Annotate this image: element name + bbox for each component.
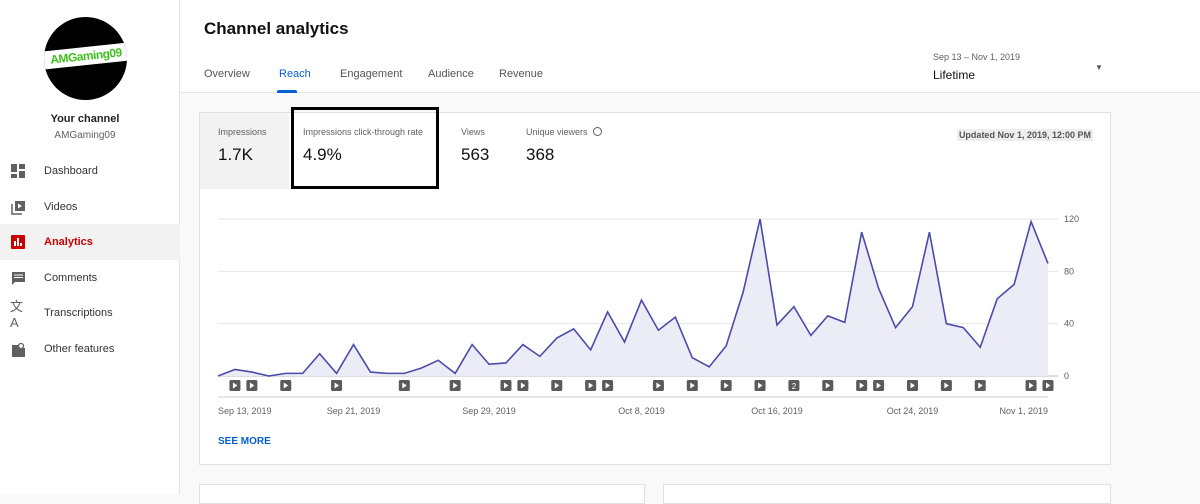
sidebar-item-comments[interactable]: Comments — [0, 260, 180, 296]
x-tick-label: Oct 24, 2019 — [887, 406, 939, 416]
analytics-icon — [10, 234, 26, 250]
sidebar-item-dashboard[interactable]: Dashboard — [0, 153, 180, 189]
bottom-card-right — [663, 484, 1111, 504]
sidebar-item-videos[interactable]: Videos — [0, 189, 180, 225]
channel-name: AMGaming09 — [0, 130, 170, 141]
metric-unique-viewers[interactable]: Unique viewers 368 — [508, 113, 602, 189]
y-tick-label: 120 — [1064, 214, 1079, 224]
channel-avatar[interactable]: AMGaming09 — [44, 17, 127, 100]
chevron-down-icon[interactable]: ▼ — [1095, 63, 1103, 72]
comments-icon — [10, 270, 26, 286]
sidebar-item-transcriptions[interactable]: 文A Transcriptions — [0, 295, 180, 331]
see-more-link[interactable]: SEE MORE — [218, 436, 271, 447]
other-features-icon — [10, 341, 26, 357]
metric-value: 563 — [461, 145, 489, 165]
date-range[interactable]: Sep 13 – Nov 1, 2019 — [933, 52, 1020, 62]
sidebar-item-analytics[interactable]: Analytics — [0, 224, 180, 260]
avatar-logo-text: AMGaming09 — [44, 42, 127, 70]
y-tick-label: 0 — [1064, 371, 1069, 381]
page-title: Channel analytics — [204, 19, 349, 39]
area-fill — [218, 219, 1048, 376]
sidebar-item-label: Other features — [44, 343, 114, 355]
x-tick-label: Sep 13, 2019 — [218, 406, 272, 416]
video-marker-count: 2 — [792, 382, 797, 391]
sidebar-item-other-features[interactable]: Other features — [0, 331, 180, 367]
metric-label: Unique viewers — [526, 127, 588, 137]
sidebar-item-label: Comments — [44, 272, 97, 284]
metric-views[interactable]: Views 563 — [443, 113, 489, 189]
metric-value: 1.7K — [218, 145, 289, 165]
sidebar-item-label: Videos — [44, 201, 77, 213]
tab-audience[interactable]: Audience — [428, 68, 474, 80]
tab-reach[interactable]: Reach — [279, 68, 311, 80]
channel-title: Your channel — [0, 113, 170, 125]
x-tick-label: Oct 16, 2019 — [751, 406, 803, 416]
clock-icon — [593, 127, 602, 136]
sidebar-item-label: Analytics — [44, 236, 93, 248]
metric-value: 368 — [526, 145, 602, 165]
page-header: Channel analytics Overview Reach Engagem… — [181, 0, 1200, 93]
metric-label: Impressions — [218, 127, 289, 137]
bottom-card-left — [199, 484, 645, 504]
x-tick-label: Sep 21, 2019 — [327, 406, 381, 416]
sidebar: AMGaming09 Your channel AMGaming09 Dashb… — [0, 0, 180, 494]
y-tick-label: 80 — [1064, 266, 1074, 276]
x-tick-label: Oct 8, 2019 — [618, 406, 665, 416]
sidebar-item-label: Dashboard — [44, 165, 98, 177]
analytics-card: 0 40 80 120 2 Sep 13, 2019 Sep 21, 2019 Sep 29,… — [199, 112, 1111, 465]
period-select[interactable]: Lifetime — [933, 68, 975, 82]
sidebar-item-label: Transcriptions — [44, 307, 113, 319]
x-tick-label: Sep 29, 2019 — [462, 406, 516, 416]
tab-revenue[interactable]: Revenue — [499, 68, 543, 80]
active-tab-indicator — [277, 90, 297, 93]
x-tick-label: Nov 1, 2019 — [999, 406, 1048, 416]
tab-overview[interactable]: Overview — [204, 68, 250, 80]
highlight-box — [291, 107, 439, 189]
y-tick-label: 40 — [1064, 319, 1074, 329]
dashboard-icon — [10, 163, 26, 179]
transcriptions-icon: 文A — [10, 305, 26, 321]
updated-timestamp: Updated Nov 1, 2019, 12:00 PM — [957, 129, 1093, 141]
videos-icon — [10, 199, 26, 215]
metric-impressions[interactable]: Impressions 1.7K — [200, 113, 289, 189]
tab-engagement[interactable]: Engagement — [340, 68, 402, 80]
metric-label: Views — [461, 127, 489, 137]
